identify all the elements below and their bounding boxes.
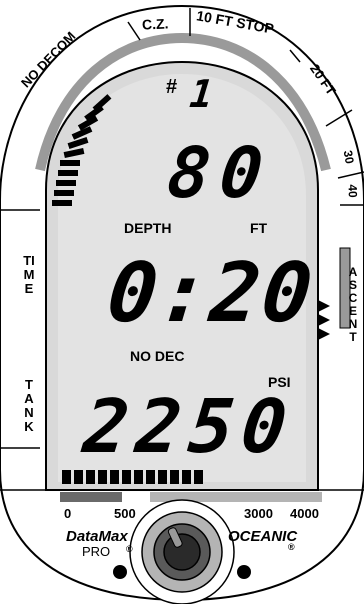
ascent-side-label: ASCENT [348,265,358,344]
mode-button[interactable] [150,520,214,584]
scale-500: 500 [114,506,136,521]
cz-zone-label: C.Z. [141,15,169,33]
maker-reg-mark: ® [288,542,295,552]
ft40-zone-label: 40 [345,184,360,198]
model-reg-mark: ® [126,544,133,554]
scale-0: 0 [64,506,72,521]
depth-value: 80 [163,132,277,214]
maker-logo: OCEANIC [228,528,298,545]
scale-4000: 4000 [290,506,319,521]
model-sub: PRO [82,544,111,559]
no-dec-status: NO DEC [130,348,185,364]
dive-number-symbol: # [166,76,178,98]
dive-time-value: 0:20 [103,246,319,341]
model-name: DataMax [66,528,128,545]
tank-pressure-value: 2250 [79,384,299,470]
dive-number: 1 [187,72,220,116]
tank-side-label: TANK [24,377,34,434]
time-side-label: TIME [23,253,35,296]
left-screw-icon [113,565,127,579]
ft30-zone-label: 30 [340,149,357,165]
scale-3000: 3000 [244,506,273,521]
depth-label: DEPTH [124,220,172,236]
depth-unit: FT [250,220,268,236]
right-screw-icon [237,565,251,579]
